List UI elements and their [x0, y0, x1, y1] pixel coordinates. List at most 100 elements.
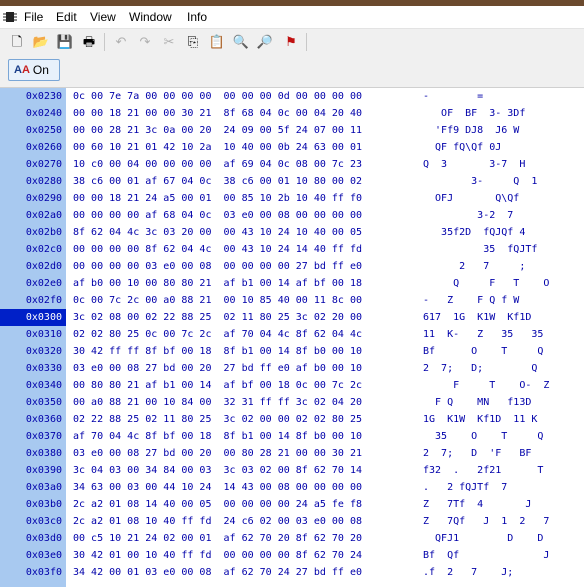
row-address: 0x03c0 — [25, 516, 62, 527]
row-hex-bytes[interactable]: 00 a0 88 21 00 10 84 00 32 31 ff ff 3c 0… — [73, 394, 362, 411]
hex-row: 0x0280 38 c6 00 01 af 67 04 0c 38 c6 00 0… — [0, 173, 584, 190]
row-address: 0x03a0 — [25, 482, 62, 493]
row-hex-bytes[interactable]: 00 00 18 21 00 00 30 21 8f 68 04 0c 00 0… — [73, 105, 362, 122]
undo-icon[interactable]: ↶ — [112, 33, 130, 51]
row-ascii[interactable]: Z 7Qf J 1 2 7 — [423, 513, 549, 530]
hex-row: 0x03a0 34 63 00 03 00 44 10 24 14 43 00 0… — [0, 479, 584, 496]
row-ascii[interactable]: - = — [423, 88, 483, 105]
row-hex-bytes[interactable]: 0c 00 7e 7a 00 00 00 00 00 00 00 0d 00 0… — [73, 88, 362, 105]
row-ascii[interactable]: 3- Q 1 — [423, 173, 537, 190]
row-hex-bytes[interactable]: 02 22 88 25 02 11 80 25 3c 02 00 00 02 0… — [73, 411, 362, 428]
hex-row: 0x0330 03 e0 00 08 27 bd 00 20 27 bd ff e… — [0, 360, 584, 377]
menu-window[interactable]: Window — [129, 10, 172, 24]
row-hex-bytes[interactable]: 3c 02 08 00 02 22 88 25 02 11 80 25 3c 0… — [73, 309, 362, 326]
row-ascii[interactable]: 35f2D fQJQf 4 — [423, 224, 525, 241]
row-hex-bytes[interactable]: 3c 04 03 00 34 84 00 03 3c 03 02 00 8f 6… — [73, 462, 362, 479]
hex-row: 0x0230 0c 00 7e 7a 00 00 00 00 00 00 00 0… — [0, 88, 584, 105]
row-hex-bytes[interactable]: 30 42 ff ff 8f bf 00 18 8f b1 00 14 8f b… — [73, 343, 362, 360]
row-ascii[interactable]: Q F T O — [423, 275, 549, 292]
row-hex-bytes[interactable]: 10 c0 00 04 00 00 00 00 af 69 04 0c 08 0… — [73, 156, 362, 173]
row-hex-bytes[interactable]: 00 60 10 21 01 42 10 2a 10 40 00 0b 24 6… — [73, 139, 362, 156]
row-address: 0x0280 — [25, 176, 62, 187]
redo-icon[interactable]: ↷ — [136, 33, 154, 51]
find-next-icon[interactable]: 🔎 — [256, 33, 274, 51]
row-hex-bytes[interactable]: af b0 00 10 00 80 80 21 af b1 00 14 af b… — [73, 275, 362, 292]
paste-icon[interactable]: 📋 — [208, 33, 226, 51]
row-ascii[interactable]: F Q MN f13D — [423, 394, 531, 411]
hex-row: 0x0270 10 c0 00 04 00 00 00 00 af 69 04 0… — [0, 156, 584, 173]
row-ascii[interactable]: - Z F Q f W — [423, 292, 519, 309]
row-hex-bytes[interactable]: 30 42 01 00 10 40 ff fd 00 00 00 00 8f 6… — [73, 547, 362, 564]
menu-file[interactable]: File — [24, 10, 43, 24]
row-hex-bytes[interactable]: 00 00 28 21 3c 0a 00 20 24 09 00 5f 24 0… — [73, 122, 362, 139]
row-ascii[interactable]: F T O- Z — [423, 377, 549, 394]
row-hex-bytes[interactable]: 34 42 00 01 03 e0 00 08 af 62 70 24 27 b… — [73, 564, 362, 581]
row-ascii[interactable]: 617 1G K1W Kf1D — [423, 309, 531, 326]
row-hex-bytes[interactable]: 38 c6 00 01 af 67 04 0c 38 c6 00 01 10 8… — [73, 173, 362, 190]
row-address: 0x03f0 — [25, 567, 62, 578]
row-hex-bytes[interactable]: 00 00 00 00 03 e0 00 08 00 00 00 00 27 b… — [73, 258, 362, 275]
row-hex-bytes[interactable]: 00 80 80 21 af b1 00 14 af bf 00 18 0c 0… — [73, 377, 362, 394]
save-icon[interactable]: 💾 — [56, 33, 74, 51]
row-ascii[interactable]: QF fQ\Qf 0J — [423, 139, 501, 156]
row-hex-bytes[interactable]: 2c a2 01 08 10 40 ff fd 24 c6 02 00 03 e… — [73, 513, 362, 530]
row-ascii[interactable]: f32 . 2f21 T — [423, 462, 543, 479]
row-hex-bytes[interactable]: 00 c5 10 21 24 02 00 01 af 62 70 20 8f 6… — [73, 530, 362, 547]
row-hex-bytes[interactable]: 00 00 00 00 8f 62 04 4c 00 43 10 24 14 4… — [73, 241, 362, 258]
row-hex-bytes[interactable]: 02 02 80 25 0c 00 7c 2c af 70 04 4c 8f 6… — [73, 326, 362, 343]
hex-row: 0x0340 00 80 80 21 af b1 00 14 af bf 00 1… — [0, 377, 584, 394]
row-hex-bytes[interactable]: af 70 04 4c 8f bf 00 18 8f b1 00 14 8f b… — [73, 428, 362, 445]
hex-view[interactable]: 0x0230 0c 00 7e 7a 00 00 00 00 00 00 00 0… — [0, 88, 584, 587]
row-ascii[interactable]: Bf Qf J — [423, 547, 549, 564]
row-address: 0x02a0 — [25, 210, 62, 221]
hex-row: 0x0370 af 70 04 4c 8f bf 00 18 8f b1 00 1… — [0, 428, 584, 445]
hex-row: 0x02d0 00 00 00 00 03 e0 00 08 00 00 00 0… — [0, 258, 584, 275]
row-hex-bytes[interactable]: 03 e0 00 08 27 bd 00 20 00 80 28 21 00 0… — [73, 445, 362, 462]
cut-icon[interactable]: ✂ — [160, 33, 178, 51]
row-ascii[interactable]: 35 O T Q — [423, 428, 543, 445]
row-ascii[interactable]: OFJ Q\Qf — [423, 190, 519, 207]
print-icon[interactable]: 🖶 — [80, 33, 98, 51]
hex-row: 0x02b0 8f 62 04 4c 3c 03 20 00 00 43 10 2… — [0, 224, 584, 241]
row-ascii[interactable]: 2 7; D; Q — [423, 360, 537, 377]
row-ascii[interactable]: 11 K- Z 35 35 — [423, 326, 543, 343]
toolbar-separator — [104, 33, 105, 51]
row-address: 0x02f0 — [25, 295, 62, 306]
row-ascii[interactable]: 2 7 ; — [423, 258, 525, 275]
row-hex-bytes[interactable]: 00 00 00 00 af 68 04 0c 03 e0 00 08 00 0… — [73, 207, 362, 224]
new-document-icon[interactable]: 🗋 — [8, 33, 26, 51]
row-address: 0x0260 — [25, 142, 62, 153]
menu-bar: File Edit View Window Info — [0, 6, 584, 28]
row-ascii[interactable]: .f 2 7 J; — [423, 564, 513, 581]
row-hex-bytes[interactable]: 2c a2 01 08 14 40 00 05 00 00 00 00 24 a… — [73, 496, 362, 513]
row-ascii[interactable]: 35 fQJTf — [423, 241, 537, 258]
menu-edit[interactable]: Edit — [56, 10, 77, 24]
toggle-on-button[interactable]: AA On — [8, 59, 60, 81]
row-ascii[interactable]: 2 7; D 'F BF — [423, 445, 531, 462]
row-ascii[interactable]: 'Ff9 DJ8 J6 W — [423, 122, 519, 139]
goto-icon[interactable]: ⚑ — [282, 33, 300, 51]
menu-view[interactable]: View — [90, 10, 116, 24]
menu-info[interactable]: Info — [187, 10, 207, 24]
row-hex-bytes[interactable]: 8f 62 04 4c 3c 03 20 00 00 43 10 24 10 4… — [73, 224, 362, 241]
copy-icon[interactable]: ⎘ — [184, 33, 202, 51]
row-ascii[interactable]: Q 3 3-7 H — [423, 156, 525, 173]
row-ascii[interactable]: 1G K1W Kf1D 11 K — [423, 411, 537, 428]
hex-row: 0x0300 3c 02 08 00 02 22 88 25 02 11 80 2… — [0, 309, 584, 326]
row-ascii[interactable]: OF BF 3- 3Df — [423, 105, 525, 122]
find-icon[interactable]: 🔍 — [232, 33, 250, 51]
hex-row: 0x03c0 2c a2 01 08 10 40 ff fd 24 c6 02 0… — [0, 513, 584, 530]
hex-row: 0x0390 3c 04 03 00 34 84 00 03 3c 03 02 0… — [0, 462, 584, 479]
row-ascii[interactable]: Z 7Tf 4 J — [423, 496, 531, 513]
row-hex-bytes[interactable]: 00 00 18 21 24 a5 00 01 00 85 10 2b 10 4… — [73, 190, 362, 207]
row-ascii[interactable]: 3-2 7 — [423, 207, 513, 224]
row-ascii[interactable]: Bf O T Q — [423, 343, 543, 360]
row-address: 0x02c0 — [25, 244, 62, 255]
hex-row: 0x03b0 2c a2 01 08 14 40 00 05 00 00 00 0… — [0, 496, 584, 513]
row-ascii[interactable]: . 2 fQJTf 7 — [423, 479, 507, 496]
row-hex-bytes[interactable]: 34 63 00 03 00 44 10 24 14 43 00 08 00 0… — [73, 479, 362, 496]
row-hex-bytes[interactable]: 03 e0 00 08 27 bd 00 20 27 bd ff e0 af b… — [73, 360, 362, 377]
row-ascii[interactable]: QFJ1 D D — [423, 530, 543, 547]
row-hex-bytes[interactable]: 0c 00 7c 2c 00 a0 88 21 00 10 85 40 00 1… — [73, 292, 362, 309]
open-folder-icon[interactable]: 📂 — [32, 33, 50, 51]
